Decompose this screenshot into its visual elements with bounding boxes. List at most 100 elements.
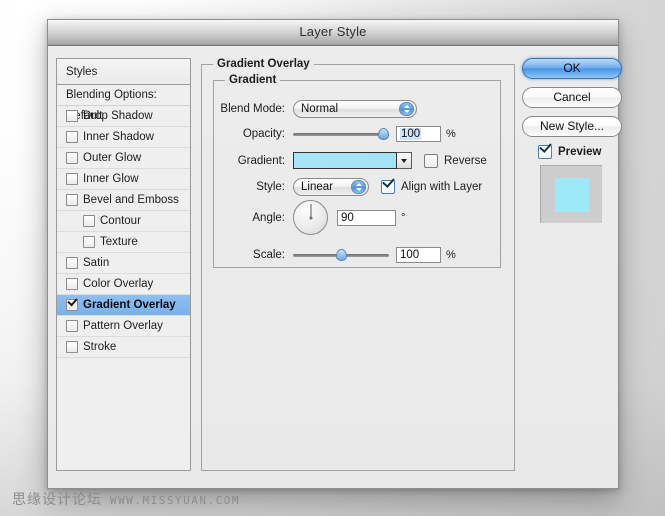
opacity-input[interactable]: 100 (396, 126, 441, 142)
sidebar-item-checkbox[interactable] (66, 173, 78, 185)
align-with-layer-checkbox[interactable] (381, 180, 395, 194)
sidebar-item-checkbox[interactable] (83, 215, 95, 227)
sidebar-item-label: Color Overlay (83, 277, 154, 290)
preview-checkbox-group[interactable]: Preview (538, 145, 612, 159)
sidebar-item-checkbox[interactable] (66, 152, 78, 164)
sidebar-item-outer-glow[interactable]: Outer Glow (57, 148, 190, 169)
gradient-row: Gradient: Reverse (213, 152, 501, 169)
scale-unit: % (446, 249, 456, 261)
sidebar-item-bevel-and-emboss[interactable]: Bevel and Emboss (57, 190, 190, 211)
chevron-updown-icon (351, 180, 366, 194)
sidebar-item-label: Drop Shadow (83, 109, 153, 122)
scale-input[interactable]: 100 (396, 247, 441, 263)
sidebar-item-checkbox[interactable] (83, 236, 95, 248)
sidebar-item-texture[interactable]: Texture (57, 232, 190, 253)
sidebar-item-checkbox[interactable] (66, 299, 78, 311)
styles-list-items: Drop Shadow Inner Shadow Outer Glow Inner G… (57, 106, 190, 358)
style-label: Style: (256, 181, 285, 193)
scale-label: Scale: (253, 249, 285, 261)
gradient-overlay-panel: Gradient Overlay Gradient Blend Mode: No… (201, 58, 515, 471)
styles-list-header: Styles (57, 59, 190, 85)
sidebar-item-blending-options[interactable]: Blending Options: Default (57, 85, 190, 122)
sidebar-item-contour[interactable]: Contour (57, 211, 190, 232)
styles-list[interactable]: Styles Blending Options: Default Drop Sh… (56, 58, 191, 471)
sidebar-item-checkbox[interactable] (66, 320, 78, 332)
preview-swatch (555, 178, 589, 212)
new-style-button[interactable]: New Style... (522, 116, 622, 137)
reverse-label: Reverse (444, 154, 487, 167)
angle-row: Angle: 90 ° (213, 200, 501, 235)
sidebar-item-inner-glow[interactable]: Inner Glow (57, 169, 190, 190)
gradient-preset-chevron-down-icon[interactable] (397, 152, 412, 169)
sidebar-item-label: Stroke (83, 340, 117, 353)
angle-label: Angle: (252, 211, 285, 224)
preview-label: Preview (558, 146, 602, 158)
dialog-body: Styles Blending Options: Default Drop Sh… (48, 46, 622, 488)
scale-slider-thumb[interactable] (335, 249, 347, 261)
sidebar-item-label: Gradient Overlay (83, 298, 176, 311)
ok-button[interactable]: OK (522, 58, 622, 79)
dialog-buttons: OK Cancel New Style... Preview (522, 58, 622, 223)
align-with-layer-label: Align with Layer (401, 181, 483, 193)
sidebar-item-label: Texture (100, 235, 138, 248)
sidebar-item-label: Inner Shadow (83, 130, 154, 143)
style-row: Style: Linear Align with Layer (213, 178, 501, 196)
sidebar-item-checkbox[interactable] (66, 110, 78, 122)
gradient-overlay-group-label: Gradient Overlay (213, 58, 314, 70)
sidebar-item-checkbox[interactable] (66, 341, 78, 353)
watermark: 思缘设计论坛 WWW.MISSYUAN.COM (12, 489, 240, 509)
sidebar-item-pattern-overlay[interactable]: Pattern Overlay (57, 316, 190, 337)
scale-value: 100 (400, 249, 420, 261)
cancel-button[interactable]: Cancel (522, 87, 622, 108)
sidebar-item-checkbox[interactable] (66, 131, 78, 143)
gradient-group-label: Gradient (225, 74, 281, 86)
sidebar-item-satin[interactable]: Satin (57, 253, 190, 274)
sidebar-item-stroke[interactable]: Stroke (57, 337, 190, 358)
scale-slider[interactable] (293, 248, 389, 262)
style-value: Linear (301, 181, 333, 193)
opacity-unit: % (446, 128, 456, 140)
angle-dial[interactable] (293, 200, 328, 235)
angle-unit: ° (401, 211, 406, 224)
opacity-slider-thumb[interactable] (378, 128, 389, 140)
dialog-title: Layer Style (299, 24, 367, 39)
preview-thumbnail (540, 165, 602, 223)
reverse-checkbox[interactable] (424, 153, 438, 168)
chevron-updown-icon (399, 102, 414, 116)
opacity-row: Opacity: 100 % (213, 126, 501, 142)
blend-mode-row: Blend Mode: Normal (213, 100, 501, 118)
sidebar-item-label: Inner Glow (83, 172, 139, 185)
opacity-slider-track (293, 133, 389, 136)
angle-value: 90 (341, 211, 354, 224)
sidebar-item-label: Bevel and Emboss (83, 193, 179, 206)
blend-mode-value: Normal (301, 103, 339, 115)
opacity-value: 100 (400, 128, 422, 140)
sidebar-item-checkbox[interactable] (66, 257, 78, 269)
sidebar-item-inner-shadow[interactable]: Inner Shadow (57, 127, 190, 148)
sidebar-item-gradient-overlay[interactable]: Gradient Overlay (57, 295, 190, 316)
dialog-titlebar[interactable]: Layer Style (48, 20, 618, 46)
sidebar-item-label: Contour (100, 214, 141, 227)
style-select[interactable]: Linear (293, 178, 369, 196)
opacity-slider[interactable] (293, 127, 389, 141)
reverse-checkbox-group[interactable]: Reverse (424, 153, 487, 168)
sidebar-item-label: Pattern Overlay (83, 319, 163, 332)
gradient-swatch[interactable] (293, 152, 397, 169)
preview-checkbox[interactable] (538, 145, 552, 159)
sidebar-item-label: Satin (83, 256, 110, 269)
gradient-label: Gradient: (237, 154, 285, 167)
sidebar-item-checkbox[interactable] (66, 194, 78, 206)
opacity-label: Opacity: (242, 128, 285, 140)
sidebar-item-label: Outer Glow (83, 151, 142, 164)
align-with-layer-group[interactable]: Align with Layer (381, 180, 482, 194)
blend-mode-label: Blend Mode: (220, 103, 285, 115)
sidebar-item-color-overlay[interactable]: Color Overlay (57, 274, 190, 295)
watermark-cn: 思缘设计论坛 (12, 492, 102, 508)
watermark-en: WWW.MISSYUAN.COM (110, 494, 240, 507)
blend-mode-select[interactable]: Normal (293, 100, 417, 118)
angle-input[interactable]: 90 (337, 209, 396, 226)
layer-style-dialog: Layer Style Styles Blending Options: Def… (47, 19, 622, 489)
sidebar-item-checkbox[interactable] (66, 278, 78, 290)
angle-dial-hub (309, 216, 312, 219)
scale-row: Scale: 100 % (213, 247, 501, 263)
